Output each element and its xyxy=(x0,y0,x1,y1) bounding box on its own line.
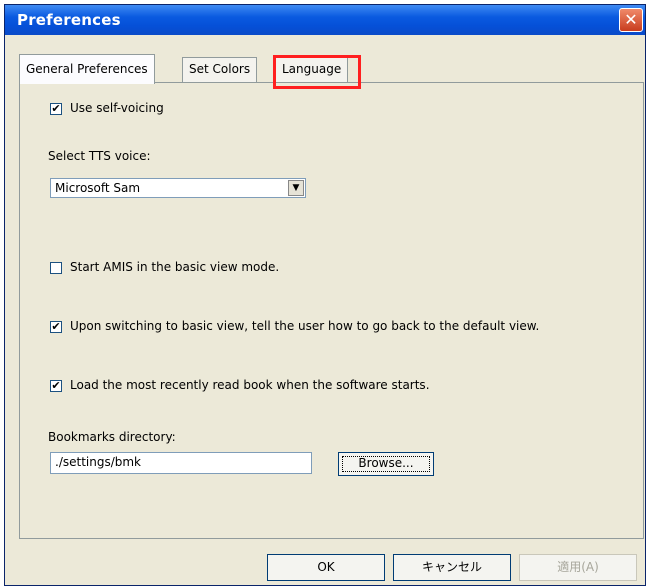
chevron-down-icon[interactable]: ▼ xyxy=(288,180,304,196)
browse-button[interactable]: Browse... xyxy=(338,452,434,476)
focus-outline xyxy=(342,456,430,472)
basic-view-label: Start AMIS in the basic view mode. xyxy=(70,260,280,274)
apply-button[interactable]: 適用(A) xyxy=(519,554,637,581)
self-voicing-label: Use self-voicing xyxy=(70,101,164,115)
preferences-dialog: Preferences ✕ General Preferences Set Co… xyxy=(4,4,646,586)
language-tab-highlight xyxy=(273,55,361,89)
tell-user-checkbox[interactable]: ✔ xyxy=(50,321,62,333)
window-title: Preferences xyxy=(17,11,121,29)
bookmarks-directory-input[interactable]: ./settings/bmk xyxy=(50,452,312,474)
bookmarks-label: Bookmarks directory: xyxy=(48,430,176,444)
close-button[interactable]: ✕ xyxy=(619,8,643,32)
self-voicing-checkbox[interactable]: ✔ xyxy=(50,103,62,115)
general-preferences-panel: ✔ Use self-voicing Select TTS voice: Mic… xyxy=(19,82,644,539)
tab-general-preferences[interactable]: General Preferences xyxy=(19,54,155,84)
basic-view-checkbox[interactable] xyxy=(50,262,62,274)
cancel-button[interactable]: キャンセル xyxy=(393,554,511,581)
tell-user-label: Upon switching to basic view, tell the u… xyxy=(70,319,540,333)
load-recent-checkbox[interactable]: ✔ xyxy=(50,380,62,392)
tts-voice-select[interactable]: Microsoft Sam ▼ xyxy=(50,178,306,198)
tts-voice-value: Microsoft Sam xyxy=(55,181,141,195)
ok-button[interactable]: OK xyxy=(267,554,385,581)
tts-voice-label: Select TTS voice: xyxy=(48,149,151,163)
title-bar[interactable]: Preferences ✕ xyxy=(5,5,645,35)
tab-set-colors[interactable]: Set Colors xyxy=(182,57,258,83)
load-recent-label: Load the most recently read book when th… xyxy=(70,378,430,392)
